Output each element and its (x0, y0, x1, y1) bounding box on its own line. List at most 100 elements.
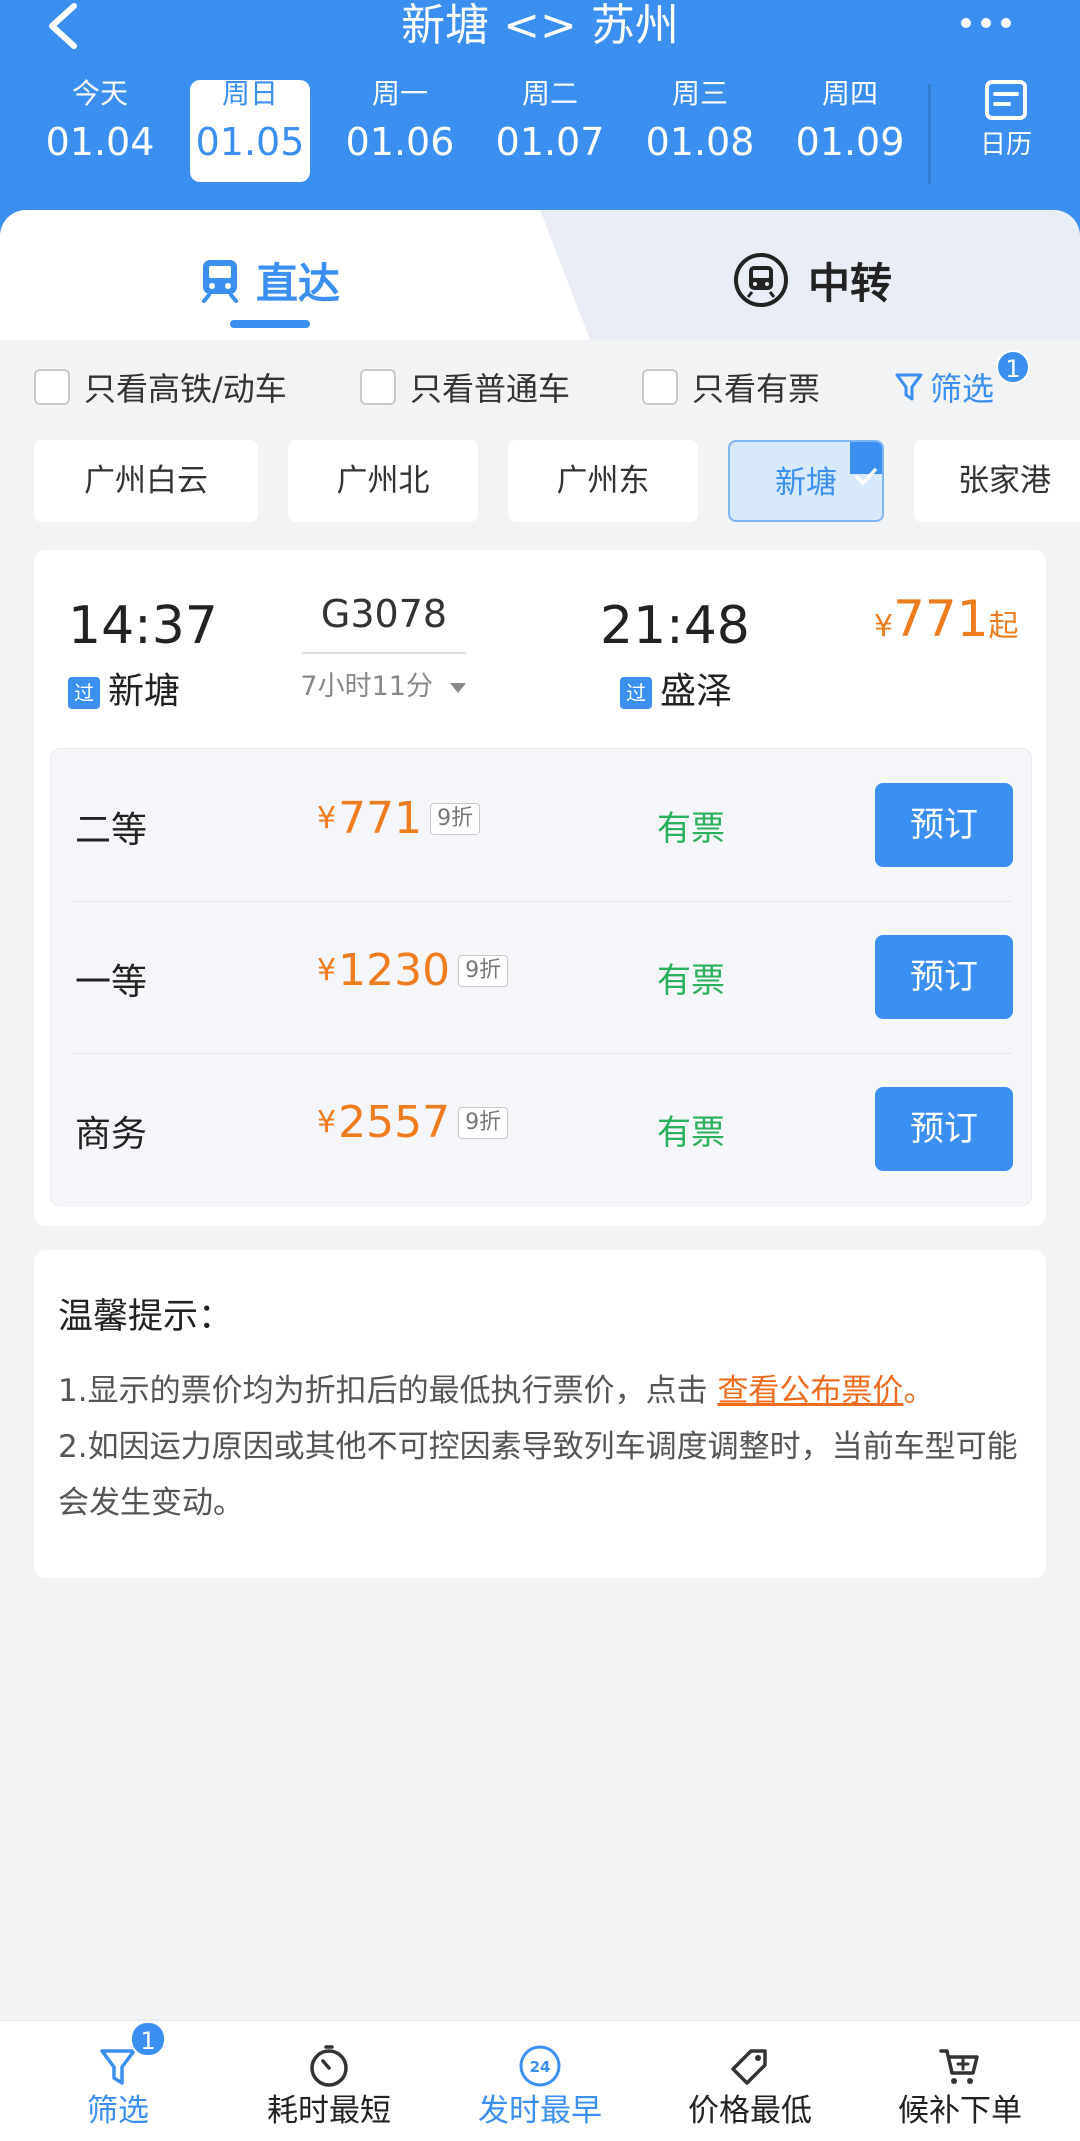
book-button[interactable]: 预订 (875, 935, 1013, 1019)
date-item-0107[interactable]: 周二 01.07 (490, 72, 610, 182)
seat-price: ¥2557 9折 (317, 1097, 509, 1148)
bottom-filter-count-badge: 1 (130, 2021, 166, 2057)
checkbox-available[interactable] (642, 369, 678, 405)
tab-direct-label: 直达 (256, 258, 341, 308)
tips-line-1-suffix: 。 (903, 1373, 935, 1409)
checkbox-high-speed[interactable] (34, 369, 70, 405)
availability-status: 有票 (657, 961, 725, 1001)
seat-row: 二等 ¥771 9折 有票 预订 (51, 749, 1033, 899)
min-price: ¥771起 (874, 590, 1019, 648)
book-button[interactable]: 预订 (875, 783, 1013, 867)
sort-cheapest-button[interactable]: 价格最低 (642, 2043, 858, 2141)
date-value: 01.04 (45, 120, 155, 164)
stopwatch-icon (310, 2045, 348, 2087)
station-chip-label: 新塘 (775, 465, 837, 501)
seat-price-value: 1230 (338, 945, 451, 996)
seat-list: 二等 ¥771 9折 有票 预订 一等 ¥1230 9折 有票 预订 商务 ¥2… (50, 748, 1032, 1206)
arrival-time: 21:48 (600, 596, 750, 656)
filter-button[interactable]: 筛选 (894, 364, 994, 410)
calendar-icon (985, 80, 1027, 120)
filter-high-speed[interactable]: 只看高铁/动车 (34, 364, 287, 410)
availability-status: 有票 (657, 1113, 725, 1153)
filter-count-badge: 1 (996, 350, 1030, 384)
tab-transfer-label: 中转 (808, 258, 893, 308)
station-chip[interactable]: 广州北 (288, 440, 478, 522)
filter-high-speed-label: 只看高铁/动车 (84, 370, 287, 408)
departure-station: 过新塘 (68, 662, 180, 714)
availability-status: 有票 (657, 809, 725, 849)
date-value: 01.08 (645, 120, 755, 164)
tips-title: 温馨提示： (58, 1297, 234, 1337)
station-chip[interactable]: 广州白云 (34, 440, 258, 522)
filter-regular-label: 只看普通车 (410, 370, 571, 408)
arrival-station-name: 盛泽 (660, 671, 733, 712)
sort-earliest-button[interactable]: 24 发时最早 (432, 2043, 648, 2141)
more-icon[interactable] (956, 8, 1016, 38)
filter-label: 筛选 (930, 370, 995, 408)
date-item-0106[interactable]: 周一 01.06 (340, 72, 460, 182)
seat-price-currency: ¥ (317, 953, 337, 988)
min-price-value: 771 (893, 590, 989, 648)
date-weekday: 周四 (821, 77, 878, 110)
train-duration[interactable]: 7小时11分 (274, 664, 494, 703)
date-value: 01.09 (795, 120, 905, 164)
seat-price-currency: ¥ (317, 801, 337, 836)
transfer-train-icon (734, 253, 788, 307)
route-tabs: 直达 中转 (0, 210, 1080, 340)
calendar-button[interactable]: 日历 (960, 78, 1052, 168)
station-chip[interactable]: 广州东 (508, 440, 698, 522)
discount-badge: 9折 (458, 954, 509, 987)
tips-line-1: 1.显示的票价均为折扣后的最低执行票价，点击 查看公布票价。 (58, 1363, 1022, 1419)
tab-direct[interactable]: 直达 (200, 250, 340, 310)
check-icon (850, 442, 882, 485)
sort-cheapest-label: 价格最低 (688, 2093, 812, 2129)
date-weekday: 周日 (221, 77, 278, 110)
price-tag-icon (731, 2049, 767, 2085)
tab-transfer[interactable]: 中转 (732, 250, 892, 310)
book-button[interactable]: 预订 (875, 1087, 1013, 1171)
date-value: 01.05 (195, 120, 305, 164)
tips-line-2: 2.如因运力原因或其他不可控因素导致列车调度调整时，当前车型可能会发生变动。 (58, 1429, 1018, 1521)
tips-line-1-text: 1.显示的票价均为折扣后的最低执行票价，点击 (58, 1373, 718, 1409)
date-item-0105[interactable]: 周日 01.05 (190, 77, 310, 182)
calendar-divider (928, 84, 931, 184)
train-divider (302, 652, 466, 654)
date-item-0104[interactable]: 今天 01.04 (40, 72, 160, 182)
seat-divider (73, 901, 1011, 902)
page-title: 新塘 <> 苏州 (401, 0, 679, 51)
waitlist-button[interactable]: 候补下单 (852, 2043, 1068, 2141)
seat-price-value: 2557 (338, 1097, 451, 1148)
pass-through-tag: 过 (620, 677, 652, 709)
sort-shortest-label: 耗时最短 (267, 2093, 391, 2129)
date-weekday: 周一 (371, 77, 428, 110)
tab-active-indicator (230, 320, 310, 328)
published-price-link[interactable]: 查看公布票价 (717, 1373, 903, 1409)
date-selector: 今天 01.04 周日 01.05 周一 01.06 周二 01.07 周三 0… (0, 72, 940, 182)
departure-time: 14:37 (68, 596, 218, 656)
filter-available[interactable]: 只看有票 (642, 364, 820, 410)
filter-available-label: 只看有票 (692, 370, 821, 408)
date-value: 01.07 (495, 120, 605, 164)
filter-regular[interactable]: 只看普通车 (360, 364, 570, 410)
sort-shortest-button[interactable]: 耗时最短 (221, 2043, 437, 2141)
station-chip-selected[interactable]: 新塘 (728, 440, 884, 522)
discount-badge: 9折 (430, 802, 481, 835)
min-price-currency: ¥ (874, 609, 894, 644)
caret-down-icon (449, 683, 466, 693)
bottom-filter-button[interactable]: 筛选 (10, 2043, 226, 2141)
discount-badge: 9折 (458, 1106, 509, 1139)
clock-24-text: 24 (530, 2058, 551, 2076)
funnel-icon (100, 2049, 136, 2085)
station-chip[interactable]: 张家港 (914, 440, 1080, 522)
clock-24-icon: 24 (519, 2045, 561, 2087)
train-card[interactable]: 14:37 G3078 7小时11分 21:48 ¥771起 过新塘 过盛泽 二… (34, 550, 1046, 1226)
checkbox-regular[interactable] (360, 369, 396, 405)
date-item-0109[interactable]: 周四 01.09 (790, 72, 910, 182)
date-item-0108[interactable]: 周三 01.08 (640, 72, 760, 182)
seat-price-value: 771 (338, 793, 423, 844)
seat-class: 二等 (75, 810, 148, 851)
departure-station-name: 新塘 (108, 671, 181, 712)
cart-plus-icon (939, 2049, 979, 2084)
seat-divider (73, 1053, 1011, 1054)
min-price-suffix: 起 (988, 609, 1019, 644)
